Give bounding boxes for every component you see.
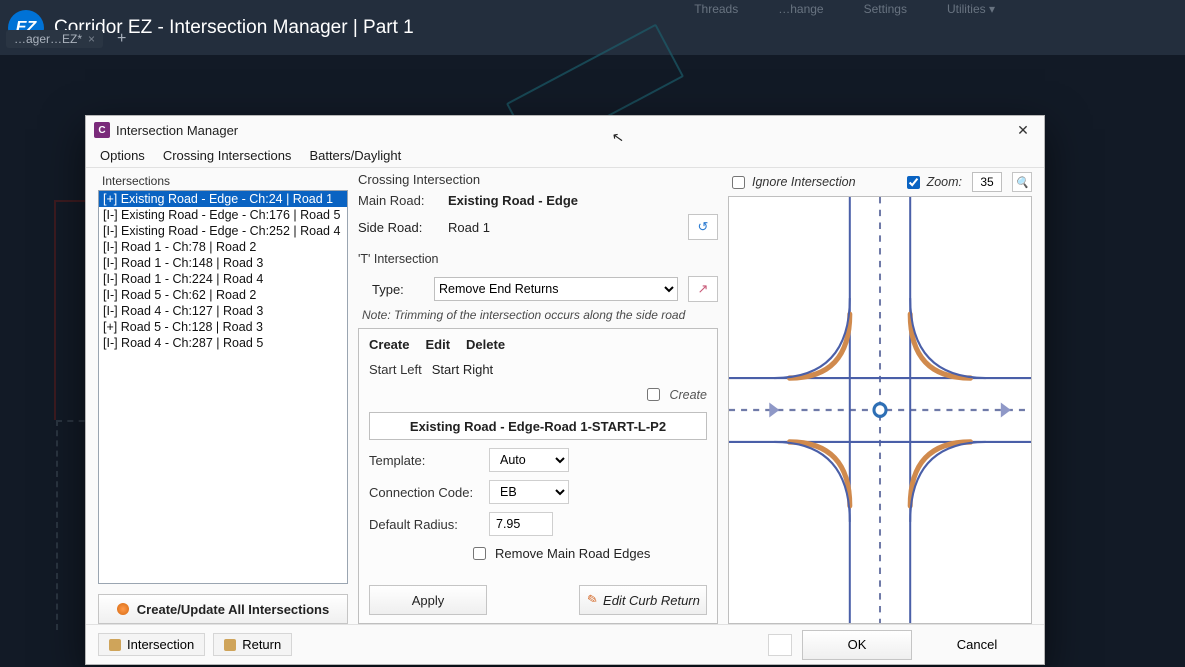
ribbon-remnants: Threads …hange Settings Utilities ▾: [694, 2, 995, 16]
list-item[interactable]: [+] Road 5 - Ch:128 | Road 3: [99, 319, 347, 335]
swap-roads-button[interactable]: ↺: [688, 214, 718, 240]
side-road-value: Road 1: [448, 220, 490, 235]
side-road-label: Side Road:: [358, 220, 438, 235]
list-item[interactable]: [+] Existing Road - Edge - Ch:24 | Road …: [99, 191, 347, 207]
t-intersection-label: 'T' Intersection: [358, 252, 718, 266]
menu-options[interactable]: Options: [100, 148, 145, 163]
magnifier-icon: 🔍: [1015, 176, 1029, 189]
close-icon[interactable]: ✕: [1010, 122, 1036, 139]
app-background: EZ Corridor EZ - Intersection Manager | …: [0, 0, 1185, 667]
remove-main-road-edges-checkbox[interactable]: [473, 547, 486, 560]
trimming-note: Note: Trimming of the intersection occur…: [362, 308, 718, 322]
dialog-footer: Intersection Return OK Cancel: [86, 624, 1044, 664]
crossing-heading: Crossing Intersection: [358, 172, 718, 187]
ignore-intersection-label: Ignore Intersection: [752, 175, 856, 189]
intersection-preview[interactable]: [728, 196, 1032, 624]
mode-return-label: Return: [242, 637, 281, 652]
auto-create-label: Create: [669, 388, 707, 402]
edit-curb-return-button[interactable]: ✎ Edit Curb Return: [579, 585, 707, 615]
type-action-button[interactable]: ↗: [688, 276, 718, 302]
menu-crossing-intersections[interactable]: Crossing Intersections: [163, 148, 292, 163]
menu-batters-daylight[interactable]: Batters/Daylight: [309, 148, 401, 163]
start-left-tab[interactable]: Start Left: [369, 362, 422, 377]
list-item[interactable]: [I-] Road 1 - Ch:78 | Road 2: [99, 239, 347, 255]
dialog-icon: C: [94, 122, 110, 138]
mode-intersection-tab[interactable]: Intersection: [98, 633, 205, 656]
list-item[interactable]: [I-] Existing Road - Edge - Ch:176 | Roa…: [99, 207, 347, 223]
ribbon-change: …hange: [778, 2, 823, 16]
template-label: Template:: [369, 453, 479, 468]
cancel-button[interactable]: Cancel: [922, 630, 1032, 660]
curb-return-name-combo[interactable]: Existing Road - Edge-Road 1-START-L-P2: [369, 412, 707, 440]
type-select[interactable]: Remove End Returns: [434, 277, 678, 301]
type-label: Type:: [372, 282, 424, 297]
zoom-label: Zoom:: [927, 175, 962, 189]
document-tab[interactable]: …ager…EZ* ×: [6, 30, 103, 48]
list-item[interactable]: [I-] Road 5 - Ch:62 | Road 2: [99, 287, 347, 303]
list-item[interactable]: [I-] Road 1 - Ch:148 | Road 3: [99, 255, 347, 271]
tab-edit[interactable]: Edit: [425, 337, 450, 352]
auto-create-checkbox[interactable]: [647, 388, 660, 401]
list-item[interactable]: [I-] Road 1 - Ch:224 | Road 4: [99, 271, 347, 287]
list-item[interactable]: [I-] Existing Road - Edge - Ch:252 | Roa…: [99, 223, 347, 239]
list-item[interactable]: [I-] Road 4 - Ch:127 | Road 3: [99, 303, 347, 319]
edit-curb-return-label: Edit Curb Return: [603, 593, 700, 608]
connection-code-label: Connection Code:: [369, 485, 479, 500]
ignore-intersection-checkbox[interactable]: [732, 176, 745, 189]
connection-code-select[interactable]: EB: [489, 480, 569, 504]
refresh-icon: [117, 603, 129, 615]
document-tab-strip: …ager…EZ* × +: [6, 30, 132, 48]
ribbon-utilities[interactable]: Utilities ▾: [947, 2, 995, 16]
zoom-checkbox[interactable]: [907, 176, 920, 189]
return-icon: [224, 639, 236, 651]
pencil-icon: ✎: [584, 591, 600, 610]
dialog-menu: Options Crossing Intersections Batters/D…: [86, 144, 1044, 168]
intersection-manager-dialog: C Intersection Manager ✕ Options Crossin…: [85, 115, 1045, 665]
dialog-title: Intersection Manager: [116, 123, 238, 138]
preview-panel: Ignore Intersection Zoom: 🔍: [728, 172, 1032, 624]
curb-return-panel: Create Edit Delete Start Left Start Righ…: [358, 328, 718, 624]
tab-create[interactable]: Create: [369, 337, 409, 352]
apply-button[interactable]: Apply: [369, 585, 487, 615]
main-road-value: Existing Road - Edge: [448, 193, 578, 208]
list-item[interactable]: [I-] Road 4 - Ch:287 | Road 5: [99, 335, 347, 351]
ribbon-threads: Threads: [694, 2, 738, 16]
default-radius-input[interactable]: [489, 512, 553, 536]
document-tab-label: …ager…EZ*: [14, 32, 82, 46]
create-update-all-button[interactable]: Create/Update All Intersections: [98, 594, 348, 624]
intersections-panel: Intersections [+] Existing Road - Edge -…: [98, 172, 348, 624]
title-bar: EZ Corridor EZ - Intersection Manager | …: [0, 0, 1185, 55]
zoom-value-input[interactable]: [972, 172, 1002, 192]
zoom-tool-button[interactable]: 🔍: [1012, 172, 1032, 192]
intersections-heading: Intersections: [98, 172, 348, 190]
intersection-icon: [109, 639, 121, 651]
intersection-preview-svg: [729, 197, 1031, 623]
close-tab-icon[interactable]: ×: [88, 32, 95, 46]
main-road-label: Main Road:: [358, 193, 438, 208]
arrow-icon: ↗: [698, 281, 709, 297]
crossing-intersection-panel: Crossing Intersection Main Road: Existin…: [358, 172, 718, 624]
create-update-all-label: Create/Update All Intersections: [137, 602, 329, 617]
mode-intersection-label: Intersection: [127, 637, 194, 652]
footer-tool-button[interactable]: [768, 634, 792, 656]
ok-button[interactable]: OK: [802, 630, 912, 660]
swap-icon: ↺: [698, 219, 709, 235]
dialog-titlebar[interactable]: C Intersection Manager ✕: [86, 116, 1044, 144]
remove-main-road-edges-label: Remove Main Road Edges: [495, 546, 650, 561]
start-right-tab[interactable]: Start Right: [432, 362, 493, 377]
intersections-list[interactable]: [+] Existing Road - Edge - Ch:24 | Road …: [98, 190, 348, 584]
new-tab-icon[interactable]: +: [111, 30, 132, 48]
ribbon-settings: Settings: [864, 2, 907, 16]
default-radius-label: Default Radius:: [369, 517, 479, 532]
tab-delete[interactable]: Delete: [466, 337, 505, 352]
mode-return-tab[interactable]: Return: [213, 633, 292, 656]
template-select[interactable]: Auto: [489, 448, 569, 472]
